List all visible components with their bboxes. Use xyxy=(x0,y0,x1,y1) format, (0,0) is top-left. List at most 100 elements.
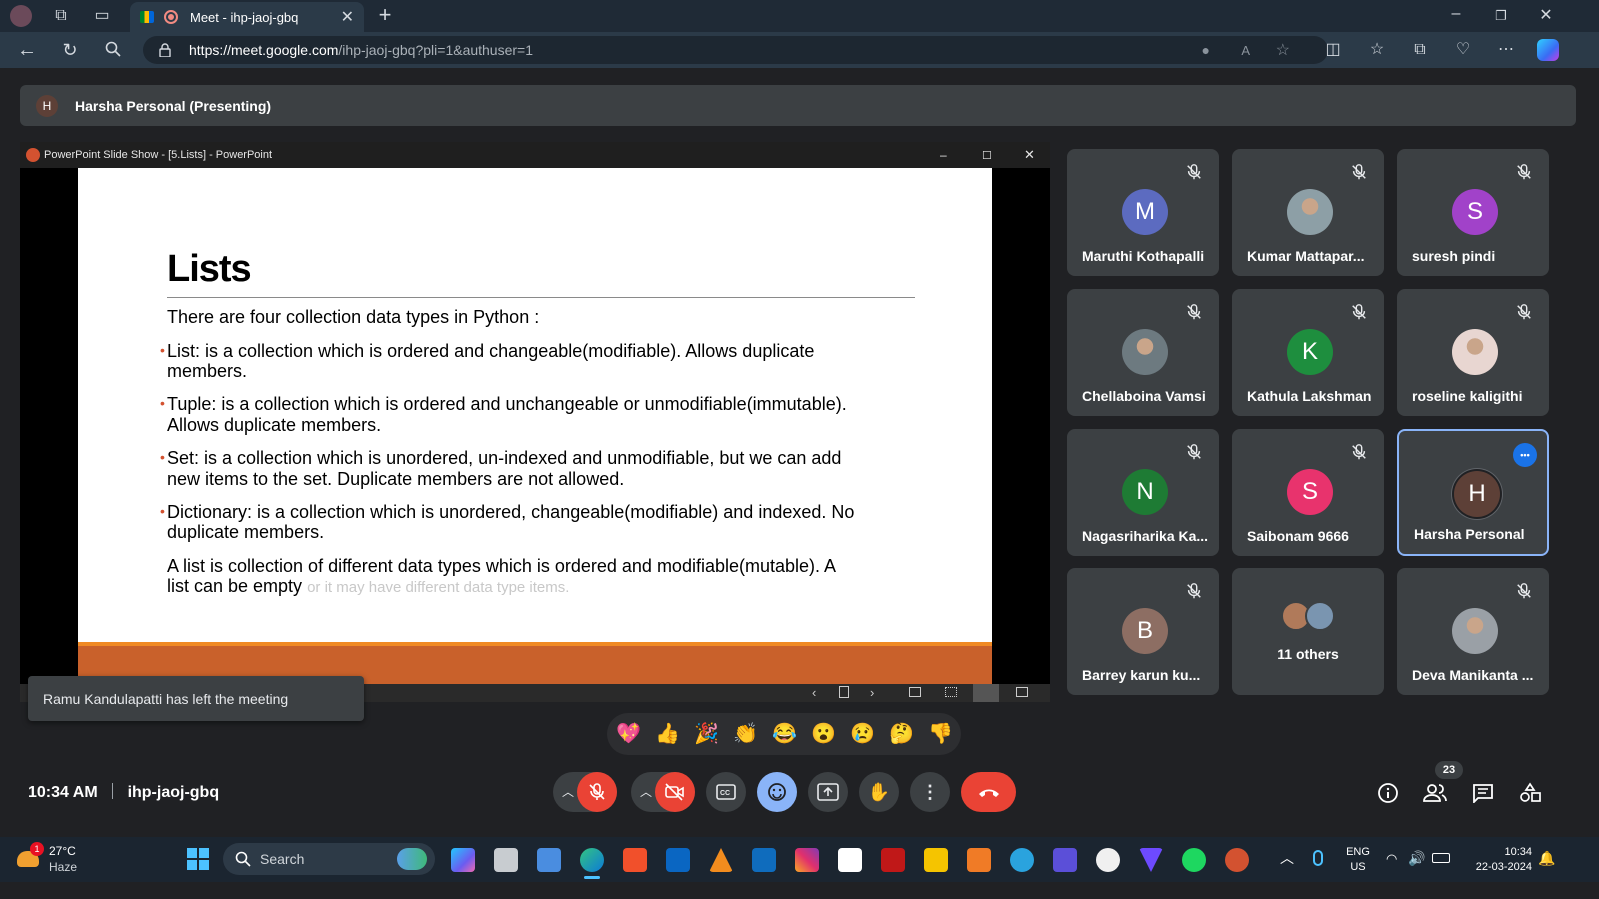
clock[interactable]: 10:34 22-03-2024 xyxy=(1462,845,1532,875)
edge-icon[interactable] xyxy=(580,848,604,872)
start-button[interactable] xyxy=(187,848,209,870)
back-icon[interactable]: ← xyxy=(16,40,38,60)
profile-avatar-icon[interactable] xyxy=(10,5,32,27)
brave-icon[interactable] xyxy=(623,848,647,872)
close-window-icon[interactable]: ✕ xyxy=(1535,6,1557,26)
more-options-button[interactable]: ⋮ xyxy=(910,772,950,812)
linkedin-icon[interactable] xyxy=(666,848,690,872)
url-bar[interactable]: https://meet.google.com /ihp-jaoj-gbq?pl… xyxy=(143,36,1328,64)
extensions-icon[interactable]: ♡ xyxy=(1452,40,1474,60)
mic-muted-button[interactable] xyxy=(577,772,617,812)
close-tab-icon[interactable]: ✕ xyxy=(341,7,354,27)
taskbar-search[interactable]: Search xyxy=(223,843,435,875)
participant-tile[interactable]: S Saibonam 9666 xyxy=(1232,429,1384,556)
slideshow-view-icon[interactable] xyxy=(1016,687,1028,697)
search-icon[interactable] xyxy=(105,41,121,57)
reaction-thinking[interactable]: 🤔 xyxy=(889,721,914,747)
participant-tile[interactable]: roseline kaligithi xyxy=(1397,289,1549,416)
video-options-chevron-icon[interactable]: ︿ xyxy=(640,783,652,800)
next-slide-icon[interactable]: › xyxy=(870,685,874,700)
copilot-icon[interactable] xyxy=(1537,39,1559,61)
more-menu-icon[interactable]: ⋯ xyxy=(1495,40,1517,60)
show-hidden-icons[interactable]: ︿ xyxy=(1280,848,1294,868)
participant-tile[interactable]: N Nagasriharika Ka... xyxy=(1067,429,1219,556)
spotify-icon[interactable] xyxy=(1182,848,1206,872)
outlook-icon[interactable] xyxy=(752,848,776,872)
meeting-info: 10:34 AM ihp-jaoj-gbq xyxy=(28,783,219,802)
workspaces-icon[interactable]: ⧉ xyxy=(50,6,72,26)
meeting-details-button[interactable] xyxy=(1375,780,1401,806)
participant-tile[interactable]: Kumar Mattapar... xyxy=(1232,149,1384,276)
reaction-thumbs-down[interactable]: 👎 xyxy=(928,721,953,747)
bullet-dot: • xyxy=(160,395,165,411)
reactions-button[interactable] xyxy=(757,772,797,812)
wifi-icon[interactable]: ◠ xyxy=(1386,851,1397,867)
read-aloud-icon[interactable]: A xyxy=(1241,43,1250,58)
raise-hand-button[interactable]: ✋ xyxy=(859,772,899,812)
tab-meet[interactable]: Meet - ihp-jaoj-gbq ✕ xyxy=(130,2,364,32)
participant-tile[interactable]: H Harsha Personal ••• xyxy=(1397,429,1549,556)
volume-icon[interactable]: 🔊 xyxy=(1408,850,1425,867)
github-icon[interactable] xyxy=(1096,848,1120,872)
slide-menu-icon[interactable] xyxy=(839,686,849,698)
present-screen-button[interactable] xyxy=(808,772,848,812)
ppt-maximize-icon[interactable]: ☐ xyxy=(982,149,992,162)
chat-button[interactable] xyxy=(1470,780,1496,806)
copilot-taskbar-icon[interactable] xyxy=(451,848,475,872)
new-tab-icon[interactable]: + xyxy=(374,4,396,26)
language-indicator[interactable]: ENG US xyxy=(1344,845,1372,875)
capcut-icon[interactable] xyxy=(838,848,862,872)
lock-icon xyxy=(159,43,171,58)
reload-icon[interactable]: ↻ xyxy=(59,40,81,60)
minimize-icon[interactable]: – xyxy=(1445,4,1467,24)
ppt-window-title: PowerPoint Slide Show - [5.Lists] - Powe… xyxy=(44,149,273,161)
battery-icon[interactable] xyxy=(1432,853,1450,863)
favorites-icon[interactable]: ☆ xyxy=(1366,40,1388,60)
split-screen-icon[interactable]: ◫ xyxy=(1322,40,1344,60)
participant-tile[interactable]: Chellaboina Vamsi xyxy=(1067,289,1219,416)
activities-button[interactable] xyxy=(1517,780,1543,806)
telegram-icon[interactable] xyxy=(1010,848,1034,872)
collections-icon[interactable]: ⧉ xyxy=(1409,40,1431,60)
task-view-icon[interactable] xyxy=(494,848,518,872)
normal-view-icon[interactable] xyxy=(909,687,921,697)
microphone-icon[interactable]: ● xyxy=(1202,42,1210,58)
reaction-thumbs-up[interactable]: 👍 xyxy=(655,721,680,747)
camera-off-button[interactable] xyxy=(655,772,695,812)
reaction-sad[interactable]: 😢 xyxy=(850,721,875,747)
people-button[interactable] xyxy=(1422,780,1448,806)
instagram-icon[interactable] xyxy=(795,848,819,872)
sorter-view-icon[interactable] xyxy=(945,687,957,697)
participant-tile[interactable]: M Maruthi Kothapalli xyxy=(1067,149,1219,276)
prev-slide-icon[interactable]: ‹ xyxy=(812,685,816,700)
participant-tile[interactable]: K Kathula Lakshman xyxy=(1232,289,1384,416)
reaction-surprised[interactable]: 😮 xyxy=(811,721,836,747)
reaction-clap[interactable]: 👏 xyxy=(733,721,758,747)
powerpoint-taskbar-icon[interactable] xyxy=(1225,848,1249,872)
reaction-laugh[interactable]: 😂 xyxy=(772,721,797,747)
participant-tile[interactable]: B Barrey karun ku... xyxy=(1067,568,1219,695)
weather-widget[interactable]: 1 27°C Haze xyxy=(14,842,114,878)
tab-actions-icon[interactable]: ▭ xyxy=(91,6,113,26)
ppt-minimize-icon[interactable]: – xyxy=(940,148,947,162)
captions-button[interactable]: CC xyxy=(706,772,746,812)
app-yellow-icon[interactable] xyxy=(924,848,948,872)
ppt-close-icon[interactable]: ✕ xyxy=(1024,147,1035,163)
vs-icon[interactable] xyxy=(1053,848,1077,872)
favorite-star-icon[interactable]: ☆ xyxy=(1276,40,1290,60)
mcafee-icon[interactable] xyxy=(881,848,905,872)
app-orange-icon[interactable] xyxy=(967,848,991,872)
audio-options-chevron-icon[interactable]: ︿ xyxy=(562,783,574,800)
reaction-heart[interactable]: 💖 xyxy=(616,721,641,747)
tray-mic-icon[interactable] xyxy=(1313,850,1323,866)
app-blue-icon[interactable] xyxy=(537,848,561,872)
tile-more-options-icon[interactable]: ••• xyxy=(1513,443,1537,467)
participant-tile[interactable]: Deva Manikanta ... xyxy=(1397,568,1549,695)
leave-call-button[interactable] xyxy=(961,772,1016,812)
notification-bell-icon[interactable]: 🔔 xyxy=(1538,850,1555,867)
reaction-party[interactable]: 🎉 xyxy=(694,721,719,747)
participant-tile[interactable]: 11 others xyxy=(1232,568,1384,695)
participant-tile[interactable]: Ssuresh pindi xyxy=(1397,149,1549,276)
restore-icon[interactable]: ❐ xyxy=(1490,6,1512,26)
reading-view-icon[interactable] xyxy=(973,684,999,702)
